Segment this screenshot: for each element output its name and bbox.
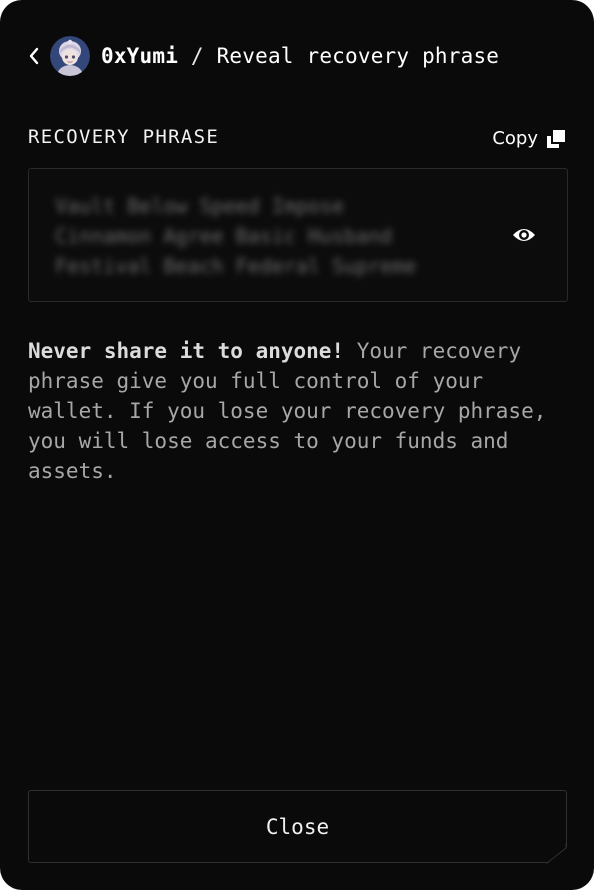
avatar[interactable]: [50, 36, 90, 76]
phrase-line: Festival Beach Federal Supreme: [55, 254, 417, 278]
back-button[interactable]: [28, 45, 42, 67]
page-title: Reveal recovery phrase: [216, 44, 500, 68]
recovery-phrase-box: Vault Below Speed Impose Cinnamon Agree …: [28, 168, 568, 302]
reveal-toggle-button[interactable]: [511, 223, 537, 247]
recovery-phrase-text: Vault Below Speed Impose Cinnamon Agree …: [55, 191, 495, 281]
reveal-phrase-panel: 0xYumi / Reveal recovery phrase RECOVERY…: [0, 0, 594, 890]
chevron-left-icon: [29, 47, 39, 65]
warning-emphasis: Never share it to anyone!: [28, 339, 345, 363]
account-name[interactable]: 0xYumi: [101, 44, 178, 68]
copy-label: Copy: [492, 128, 538, 149]
phrase-line: Cinnamon Agree Basic Husband: [55, 224, 393, 248]
close-button-corner: [546, 843, 567, 864]
breadcrumb: 0xYumi / Reveal recovery phrase: [101, 44, 499, 68]
phrase-line: Vault Below Speed Impose: [55, 194, 344, 218]
security-warning: Never share it to anyone! Your recovery …: [28, 336, 573, 486]
recovery-phrase-label: RECOVERY PHRASE: [28, 126, 220, 148]
breadcrumb-separator: /: [178, 44, 217, 68]
close-label: Close: [265, 814, 330, 839]
close-button[interactable]: Close: [28, 790, 567, 863]
eye-icon: [513, 229, 535, 241]
copy-button[interactable]: Copy: [492, 128, 566, 149]
header: 0xYumi / Reveal recovery phrase: [28, 36, 499, 76]
copy-icon: [547, 129, 565, 148]
